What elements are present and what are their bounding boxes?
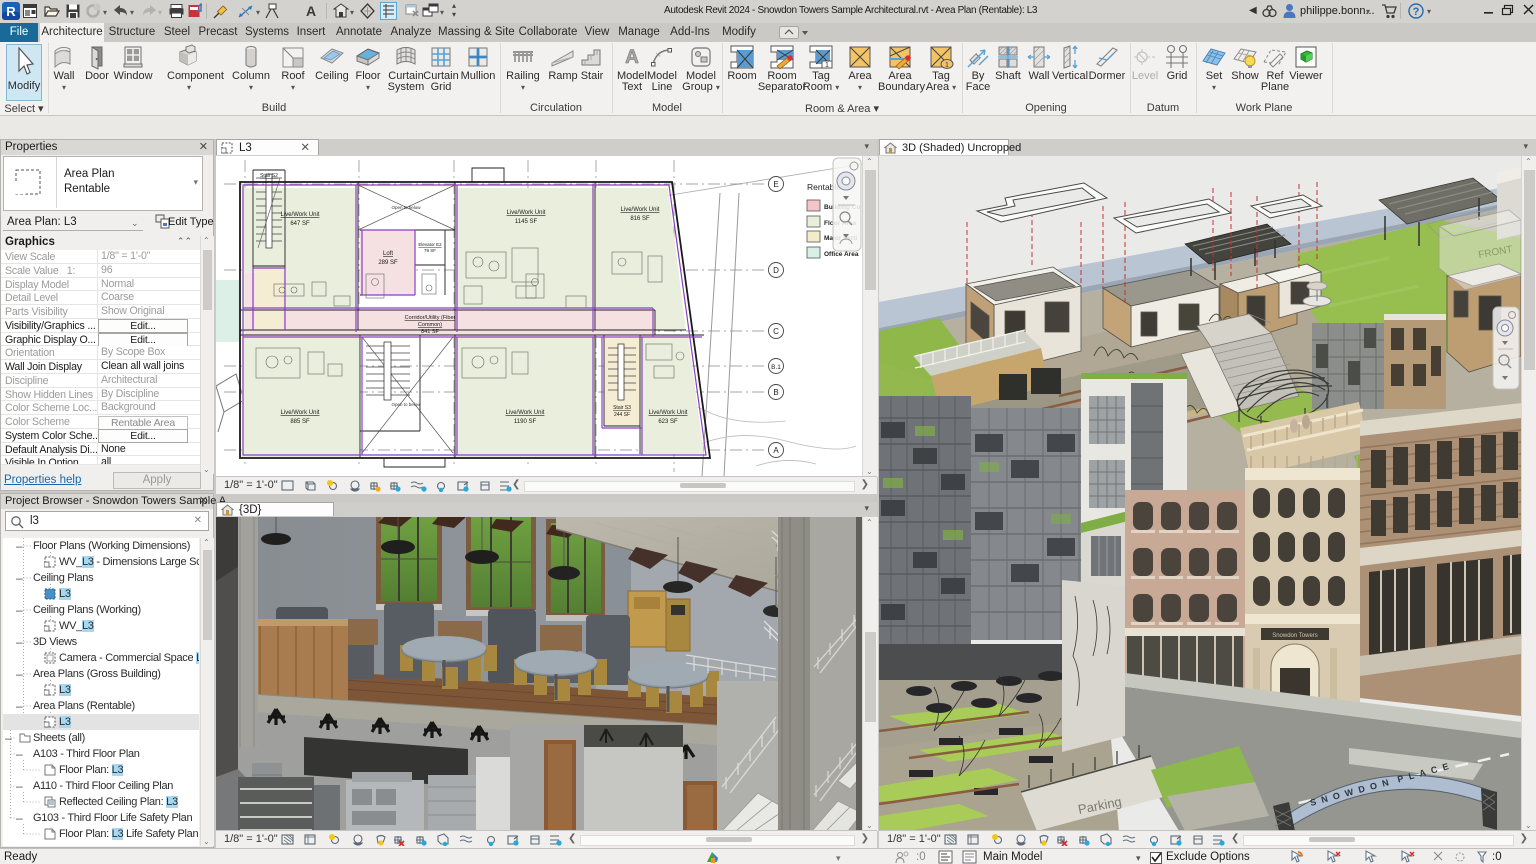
svg-text:Live/Work Unit: Live/Work Unit: [507, 210, 546, 216]
svg-text:289 SF: 289 SF: [378, 260, 398, 266]
svg-text:1145 SF: 1145 SF: [515, 219, 538, 225]
svg-text:Stair S3: Stair S3: [613, 405, 631, 411]
svg-text:Common): Common): [418, 322, 442, 328]
svg-text:Live/Work Unit: Live/Work Unit: [281, 410, 320, 416]
svg-text:B.1: B.1: [771, 364, 781, 371]
svg-text:D: D: [773, 266, 779, 275]
svg-text:Snowdon Towers: Snowdon Towers: [1272, 633, 1318, 639]
svg-text:A: A: [625, 47, 639, 68]
svg-text:1190 SF: 1190 SF: [514, 419, 537, 425]
svg-text:816 SF: 816 SF: [630, 216, 650, 222]
svg-text:244 SF: 244 SF: [614, 412, 630, 418]
svg-text:841 SF: 841 SF: [421, 329, 439, 335]
svg-text:1: 1: [825, 62, 829, 69]
svg-text:Live/Work Unit: Live/Work Unit: [649, 410, 688, 416]
svg-text:B: B: [773, 388, 778, 397]
svg-text:79 SF: 79 SF: [424, 248, 436, 253]
svg-text:?: ?: [1413, 6, 1420, 18]
svg-text:885 SF: 885 SF: [290, 419, 310, 425]
svg-text:1: 1: [945, 62, 949, 69]
svg-text:Open to below: Open to below: [391, 402, 421, 407]
svg-text:E: E: [773, 180, 778, 189]
svg-text:R: R: [6, 4, 16, 19]
svg-text:A: A: [773, 446, 779, 455]
svg-text:Live/Work Unit: Live/Work Unit: [506, 410, 545, 416]
svg-text:Open to below: Open to below: [391, 205, 421, 210]
svg-text:Corridor/Utility (Fiber: Corridor/Utility (Fiber: [405, 315, 456, 321]
svg-text:Elevator E2: Elevator E2: [418, 242, 442, 247]
svg-text:623 SF: 623 SF: [658, 419, 678, 425]
svg-text:Live/Work Unit: Live/Work Unit: [621, 207, 660, 213]
svg-text:C: C: [773, 327, 779, 336]
svg-text:Loft: Loft: [383, 251, 393, 257]
svg-text:A: A: [306, 3, 316, 19]
svg-text:Live/Work Unit: Live/Work Unit: [281, 212, 320, 218]
svg-text:647 SF: 647 SF: [290, 221, 310, 227]
svg-text:Stair S2: Stair S2: [260, 173, 278, 179]
svg-text:Office Area: Office Area: [824, 251, 859, 258]
